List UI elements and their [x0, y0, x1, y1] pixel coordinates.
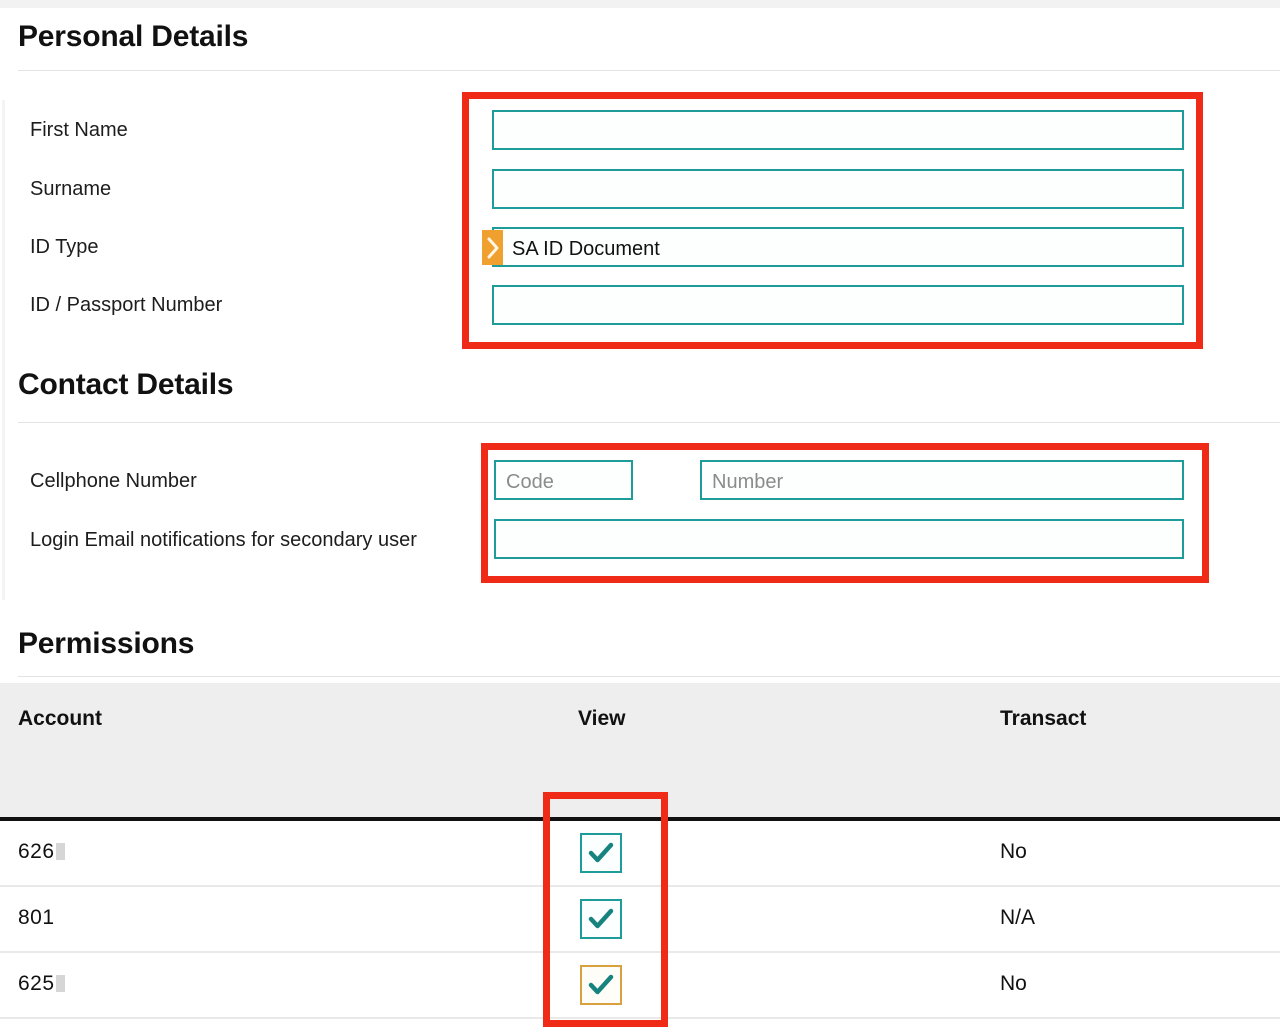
column-header-transact: Transact [1000, 707, 1087, 730]
transact-value: No [1000, 840, 1027, 863]
personal-details-title: Personal Details [18, 20, 249, 53]
permissions-title: Permissions [18, 627, 195, 660]
view-checkbox[interactable] [580, 965, 622, 1005]
table-row: 625 No [0, 953, 1280, 1019]
table-row: 626 No [0, 821, 1280, 887]
view-checkbox[interactable] [580, 899, 622, 939]
id-type-value: SA ID Document [512, 238, 660, 260]
cellphone-code-placeholder: Code [506, 471, 554, 493]
cellphone-number-placeholder: Number [712, 471, 784, 493]
view-permission-cell [580, 833, 622, 873]
top-band [0, 0, 1280, 8]
cellphone-number-input[interactable]: Number [700, 460, 1184, 500]
surname-input[interactable] [492, 169, 1184, 209]
permissions-divider [18, 676, 1280, 677]
label-id-passport-number: ID / Passport Number [30, 294, 223, 316]
permissions-table-header: Account View Transact [0, 683, 1280, 821]
login-email-input[interactable] [494, 519, 1184, 559]
column-header-view: View [578, 707, 626, 730]
label-id-type: ID Type [30, 236, 99, 258]
account-number-text: 801 [18, 906, 55, 929]
left-edge-rail [2, 100, 5, 600]
account-number-text: 626 [18, 840, 55, 863]
id-type-select[interactable]: SA ID Document [492, 227, 1184, 267]
label-surname: Surname [30, 178, 112, 200]
login-email-value [496, 521, 1182, 527]
personal-details-divider [18, 70, 1280, 71]
label-login-email-notifications: Login Email notifications for secondary … [30, 529, 417, 551]
account-number-text: 625 [18, 972, 55, 995]
account-number: 626 [18, 840, 65, 864]
transact-value: No [1000, 972, 1027, 995]
account-number: 801 [18, 906, 55, 930]
id-passport-number-input[interactable] [492, 285, 1184, 325]
account-number: 625 [18, 972, 65, 996]
redaction-block [55, 843, 65, 860]
view-checkbox[interactable] [580, 833, 622, 873]
view-permission-cell [580, 965, 622, 1005]
id-passport-number-value [494, 287, 1182, 293]
redaction-block [55, 975, 65, 992]
contact-details-divider [18, 422, 1280, 423]
label-first-name: First Name [30, 119, 128, 141]
chevron-right-icon [482, 230, 503, 265]
permissions-table: Account View Transact 626 No 801 N/A 625… [0, 683, 1280, 1019]
first-name-value [494, 112, 1182, 118]
column-header-account: Account [18, 707, 102, 730]
first-name-input[interactable] [492, 110, 1184, 150]
contact-details-title: Contact Details [18, 368, 234, 401]
cellphone-code-input[interactable]: Code [494, 460, 633, 500]
view-permission-cell [580, 899, 622, 939]
surname-value [494, 171, 1182, 177]
table-row: 801 N/A [0, 887, 1280, 953]
transact-value: N/A [1000, 906, 1036, 929]
label-cellphone-number: Cellphone Number [30, 470, 197, 492]
